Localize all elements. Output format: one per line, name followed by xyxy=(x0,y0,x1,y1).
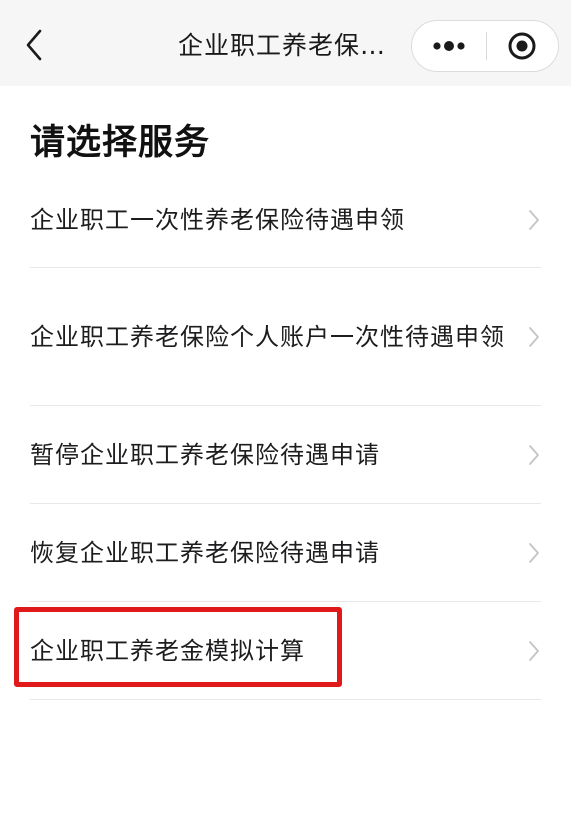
service-item-label: 企业职工养老金模拟计算 xyxy=(30,637,305,665)
service-item-label: 企业职工养老保险个人账户一次性待遇申领 xyxy=(30,323,505,351)
service-item-label: 恢复企业职工养老保险待遇申请 xyxy=(30,539,380,567)
service-item-suspend-pension[interactable]: 暂停企业职工养老保险待遇申请 xyxy=(0,406,571,504)
list-divider xyxy=(30,699,541,700)
service-item-personal-account-lump-sum[interactable]: 企业职工养老保险个人账户一次性待遇申领 xyxy=(0,268,571,406)
section-heading: 请选择服务 xyxy=(30,123,211,163)
service-item-pension-simulation[interactable]: 企业职工养老金模拟计算 xyxy=(0,602,571,700)
chevron-right-icon xyxy=(529,543,539,563)
chevron-right-icon xyxy=(529,445,539,465)
chevron-right-icon xyxy=(529,327,539,347)
menu-capsule xyxy=(411,20,559,72)
more-icon xyxy=(433,41,465,51)
target-close-icon xyxy=(508,32,536,60)
navigation-bar: 企业职工养老保… xyxy=(0,0,571,86)
back-button[interactable] xyxy=(14,22,54,68)
service-list-panel: 请选择服务 企业职工一次性养老保险待遇申领 企业职工养老保险个人账户一次性待遇申… xyxy=(0,86,571,816)
chevron-right-icon xyxy=(529,210,539,230)
chevron-left-icon xyxy=(26,29,42,61)
service-list: 企业职工一次性养老保险待遇申领 企业职工养老保险个人账户一次性待遇申领 暂停企业… xyxy=(0,172,571,700)
close-miniprogram-button[interactable] xyxy=(487,21,559,71)
service-item-lump-sum-pension[interactable]: 企业职工一次性养老保险待遇申领 xyxy=(0,172,571,268)
service-item-resume-pension[interactable]: 恢复企业职工养老保险待遇申请 xyxy=(0,504,571,602)
page-title: 企业职工养老保… xyxy=(178,31,387,60)
more-button[interactable] xyxy=(412,21,486,71)
service-item-label: 企业职工一次性养老保险待遇申领 xyxy=(30,206,405,234)
chevron-right-icon xyxy=(529,641,539,661)
service-item-label: 暂停企业职工养老保险待遇申请 xyxy=(30,441,380,469)
